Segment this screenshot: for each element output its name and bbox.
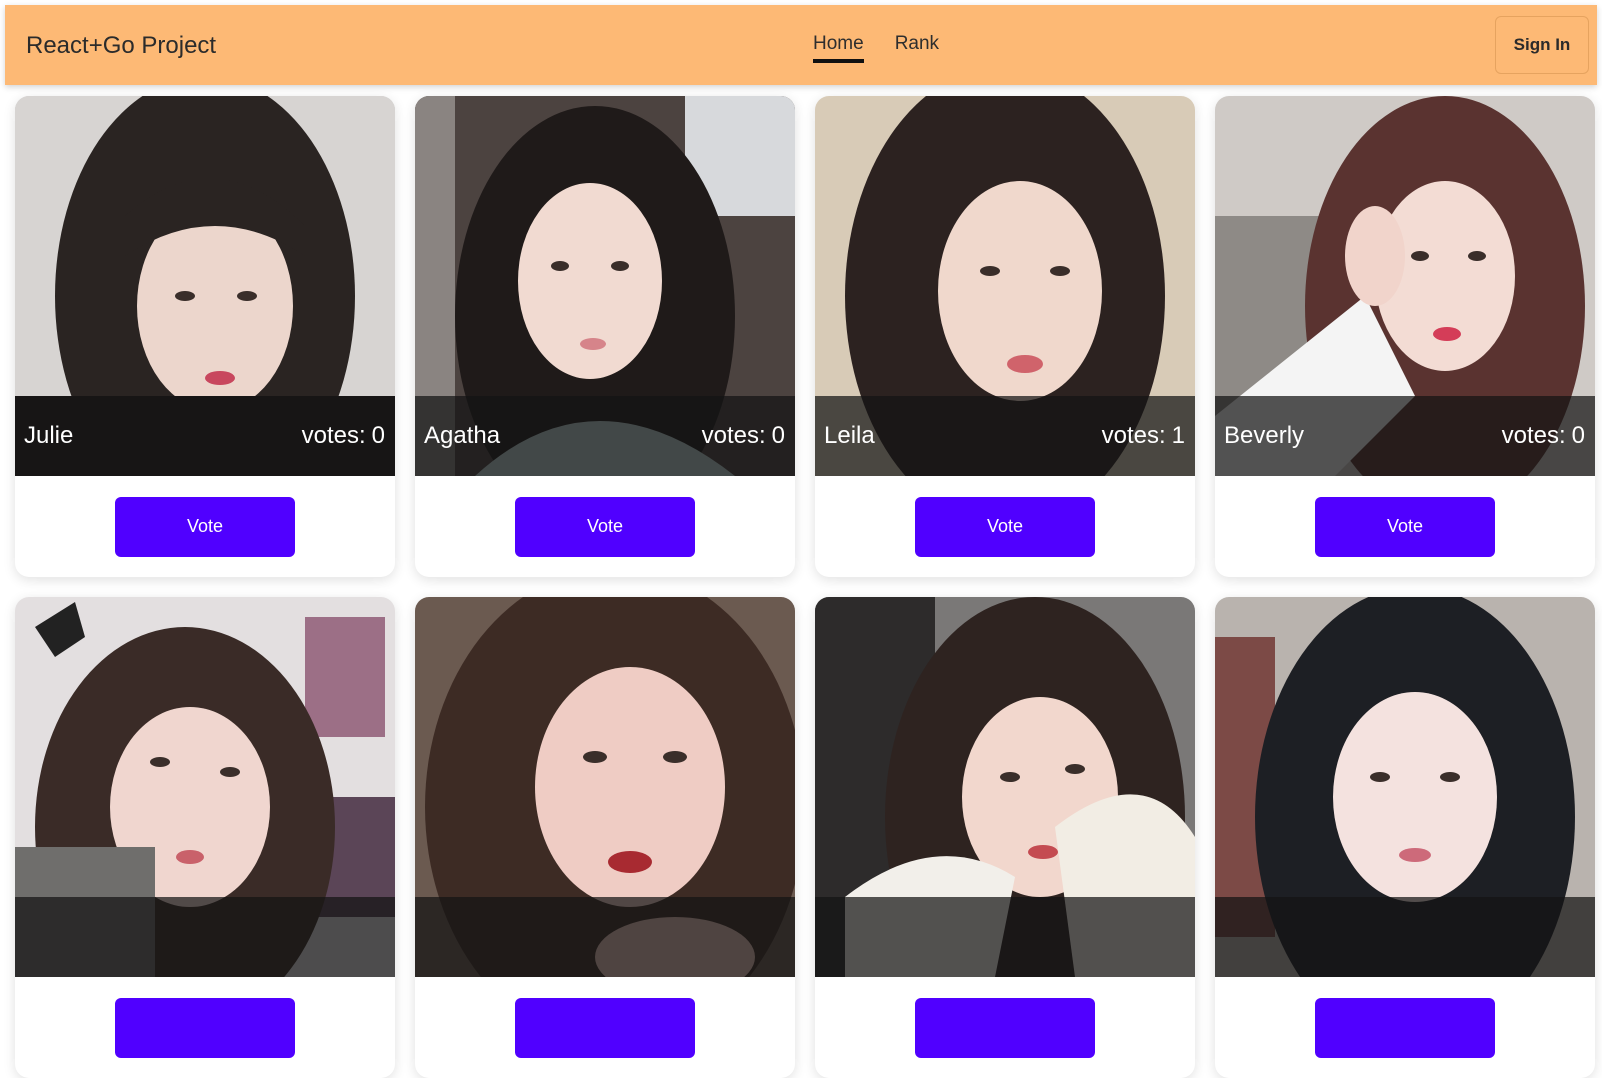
vote-button[interactable]: Vote bbox=[515, 496, 695, 557]
candidate-card: Beverly votes: 0 Vote bbox=[1215, 96, 1595, 577]
candidate-grid: Julie votes: 0 Vote Agatha votes: 0 Vote… bbox=[15, 96, 1595, 1078]
vote-count: votes: 0 bbox=[1502, 422, 1585, 450]
candidate-card bbox=[15, 597, 395, 1078]
candidate-photo: Julie votes: 0 bbox=[15, 96, 395, 476]
vote-row bbox=[815, 977, 1195, 1078]
candidate-photo: Agatha votes: 0 bbox=[415, 96, 795, 476]
card-caption bbox=[815, 897, 1195, 977]
votes-value: 0 bbox=[371, 422, 385, 449]
candidate-name: Leila bbox=[824, 422, 875, 449]
vote-button[interactable]: Vote bbox=[115, 496, 295, 557]
candidate-card bbox=[415, 597, 795, 1078]
candidate-photo bbox=[415, 597, 795, 977]
votes-label: votes: bbox=[301, 422, 366, 449]
candidate-name: Beverly bbox=[1224, 422, 1305, 449]
vote-row bbox=[1215, 977, 1595, 1078]
candidate-card: Agatha votes: 0 Vote bbox=[415, 96, 795, 577]
card-caption bbox=[1215, 897, 1595, 977]
candidate-card: Leila votes: 1 Vote bbox=[815, 96, 1195, 577]
card-caption: Agatha votes: 0 bbox=[415, 396, 795, 476]
candidate-photo: Beverly votes: 0 bbox=[1215, 96, 1595, 476]
vote-count: votes: 0 bbox=[302, 422, 385, 450]
votes-label: votes: bbox=[701, 422, 766, 449]
card-caption: Julie votes: 0 bbox=[15, 396, 395, 476]
candidate-card bbox=[815, 597, 1195, 1078]
vote-count: votes: 1 bbox=[1102, 422, 1185, 450]
candidate-name: Agatha bbox=[424, 422, 501, 449]
nav-links: Home Rank bbox=[813, 33, 939, 63]
vote-count: votes: 0 bbox=[702, 422, 785, 450]
candidate-card bbox=[1215, 597, 1595, 1078]
votes-label: votes: bbox=[1501, 422, 1566, 449]
vote-row bbox=[15, 977, 395, 1078]
vote-row bbox=[415, 977, 795, 1078]
card-caption: Beverly votes: 0 bbox=[1215, 396, 1595, 476]
vote-button[interactable]: Vote bbox=[915, 496, 1095, 557]
candidate-name: Julie bbox=[24, 422, 74, 449]
votes-value: 0 bbox=[771, 422, 785, 449]
votes-value: 1 bbox=[1171, 422, 1185, 449]
vote-button[interactable] bbox=[915, 997, 1095, 1058]
nav-link-home[interactable]: Home bbox=[813, 33, 864, 63]
vote-row: Vote bbox=[815, 476, 1195, 577]
vote-button[interactable] bbox=[515, 997, 695, 1058]
card-caption bbox=[415, 897, 795, 977]
vote-button[interactable] bbox=[1315, 997, 1495, 1058]
card-caption bbox=[15, 897, 395, 977]
vote-row: Vote bbox=[15, 476, 395, 577]
vote-row: Vote bbox=[1215, 476, 1595, 577]
candidate-photo: Leila votes: 1 bbox=[815, 96, 1195, 476]
brand-title[interactable]: React+Go Project bbox=[26, 32, 216, 60]
candidate-photo bbox=[1215, 597, 1595, 977]
sign-in-button[interactable]: Sign In bbox=[1495, 16, 1589, 74]
top-navbar: React+Go Project Home Rank Sign In bbox=[5, 5, 1597, 85]
candidate-card: Julie votes: 0 Vote bbox=[15, 96, 395, 577]
vote-button[interactable] bbox=[115, 997, 295, 1058]
vote-row: Vote bbox=[415, 476, 795, 577]
votes-value: 0 bbox=[1571, 422, 1585, 449]
vote-button[interactable]: Vote bbox=[1315, 496, 1495, 557]
candidate-photo bbox=[815, 597, 1195, 977]
card-caption: Leila votes: 1 bbox=[815, 396, 1195, 476]
votes-label: votes: bbox=[1101, 422, 1166, 449]
nav-link-rank[interactable]: Rank bbox=[895, 33, 939, 61]
candidate-photo bbox=[15, 597, 395, 977]
